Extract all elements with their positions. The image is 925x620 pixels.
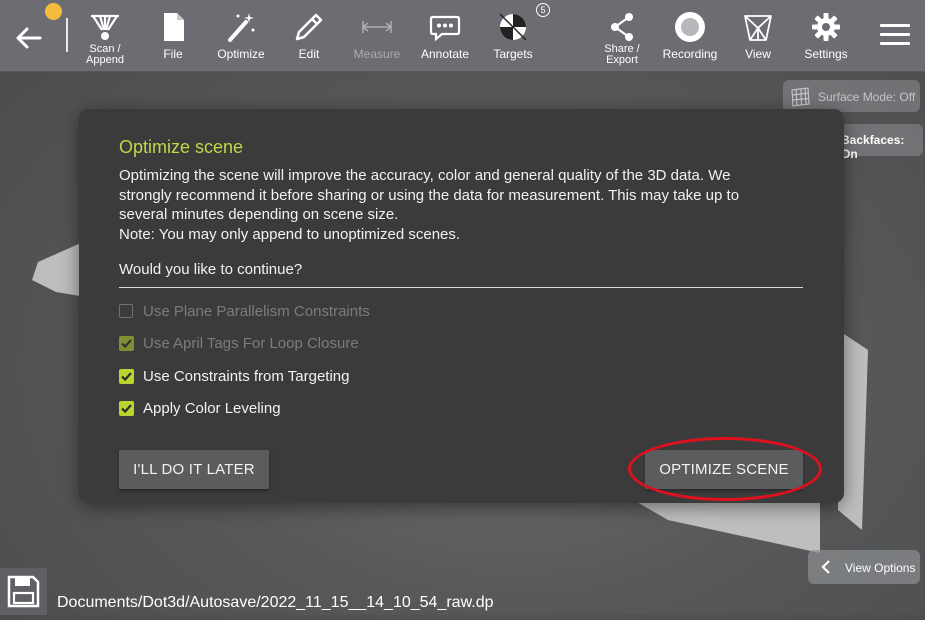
- file-icon: [164, 13, 184, 41]
- scene-geometry-bottom: [630, 498, 820, 553]
- cube-icon: [744, 15, 772, 41]
- hamburger-menu-button[interactable]: [880, 24, 910, 48]
- optimize-scene-dialog: Optimize scene Optimizing the scene will…: [79, 109, 844, 503]
- tool-label: Targets: [493, 47, 533, 61]
- checkmark-icon: [121, 404, 132, 414]
- measure-icon: [362, 21, 392, 33]
- file-path-label: Documents/Dot3d/Autosave/2022_11_15__14_…: [57, 594, 494, 611]
- tool-recording[interactable]: Recording: [656, 6, 724, 68]
- menu-icon-bar: [880, 33, 910, 36]
- gear-icon: [812, 13, 840, 41]
- dialog-question: Would you like to continue?: [119, 261, 303, 278]
- tool-settings[interactable]: Settings: [792, 6, 860, 68]
- tool-scan-append[interactable]: Scan / Append: [71, 6, 139, 68]
- checkbox: [119, 304, 133, 318]
- target-icon: [499, 13, 527, 41]
- dialog-divider: [119, 287, 803, 288]
- dialog-body-line: several minutes depending on scene size.: [119, 206, 399, 223]
- tool-label: Annotate: [420, 47, 470, 61]
- dialog-body-line: Note: You may only append to unoptimized…: [119, 225, 461, 243]
- back-button[interactable]: [8, 20, 48, 56]
- do-it-later-button[interactable]: I'LL DO IT LATER: [119, 450, 269, 489]
- checkbox: [119, 336, 134, 351]
- tool-label: Measure: [353, 47, 401, 61]
- tool-annotate[interactable]: Annotate: [411, 6, 479, 68]
- backfaces-toggle[interactable]: Backfaces: On: [835, 124, 923, 161]
- main-toolbar: Scan / Append File Optimize Edit Measure: [0, 0, 925, 72]
- chevron-left-icon: [821, 560, 830, 574]
- dialog-title: Optimize scene: [119, 137, 244, 157]
- backfaces-label: Backfaces: On: [841, 133, 905, 161]
- checkbox[interactable]: [119, 401, 134, 416]
- save-button[interactable]: [0, 568, 47, 615]
- scan-icon: [91, 14, 119, 40]
- tool-label: View: [745, 47, 771, 61]
- option-label: Apply Color Leveling: [143, 400, 281, 417]
- tool-file[interactable]: File: [139, 6, 207, 68]
- option-label: Use April Tags For Loop Closure: [143, 335, 359, 352]
- tool-label: Edit: [298, 47, 320, 61]
- view-options-label: View Options: [845, 561, 916, 575]
- option-label: Use Plane Parallelism Constraints: [143, 303, 370, 320]
- tool-label: Recording: [662, 47, 718, 61]
- menu-icon-bar: [880, 24, 910, 27]
- option-label: Use Constraints from Targeting: [143, 368, 350, 385]
- record-icon: [675, 12, 705, 42]
- pencil-icon: [295, 13, 323, 41]
- tool-view[interactable]: View: [724, 6, 792, 68]
- speech-bubble-icon: [429, 15, 461, 42]
- tool-share-export[interactable]: Share / Export: [588, 6, 656, 68]
- dialog-body-line: Optimizing the scene will improve the ac…: [119, 167, 731, 184]
- tool-edit[interactable]: Edit: [275, 6, 343, 68]
- tool-label: File: [163, 47, 183, 61]
- tool-optimize[interactable]: Optimize: [207, 6, 275, 68]
- surface-mode-label: Surface Mode: Off: [818, 90, 916, 104]
- checkbox[interactable]: [119, 369, 134, 384]
- mesh-icon: [791, 87, 810, 107]
- tool-label: Settings: [804, 47, 848, 61]
- share-icon: [611, 13, 633, 41]
- tool-measure[interactable]: Measure: [343, 6, 411, 68]
- tool-targets[interactable]: Targets: [479, 6, 547, 68]
- magic-wand-icon: [228, 13, 255, 42]
- view-options-button[interactable]: View Options: [808, 550, 920, 584]
- checkmark-icon: [121, 339, 132, 349]
- surface-mode-toggle[interactable]: Surface Mode: Off: [783, 80, 920, 112]
- tool-label: Optimize: [217, 47, 265, 61]
- status-indicator: [45, 3, 62, 20]
- checkmark-icon: [121, 372, 132, 382]
- back-arrow-icon: [16, 27, 42, 49]
- dialog-body: Optimizing the scene will improve the ac…: [119, 166, 809, 244]
- optimize-scene-button[interactable]: OPTIMIZE SCENE: [645, 450, 803, 489]
- tool-label: Scan / Append: [86, 43, 124, 66]
- toolbar-divider: [66, 18, 68, 52]
- menu-icon-bar: [880, 42, 910, 45]
- tool-label: Share / Export: [604, 43, 640, 66]
- floppy-disk-icon: [7, 575, 40, 608]
- targets-count-badge: 5: [536, 3, 550, 17]
- dialog-body-line: strongly recommend it before sharing or …: [119, 186, 740, 204]
